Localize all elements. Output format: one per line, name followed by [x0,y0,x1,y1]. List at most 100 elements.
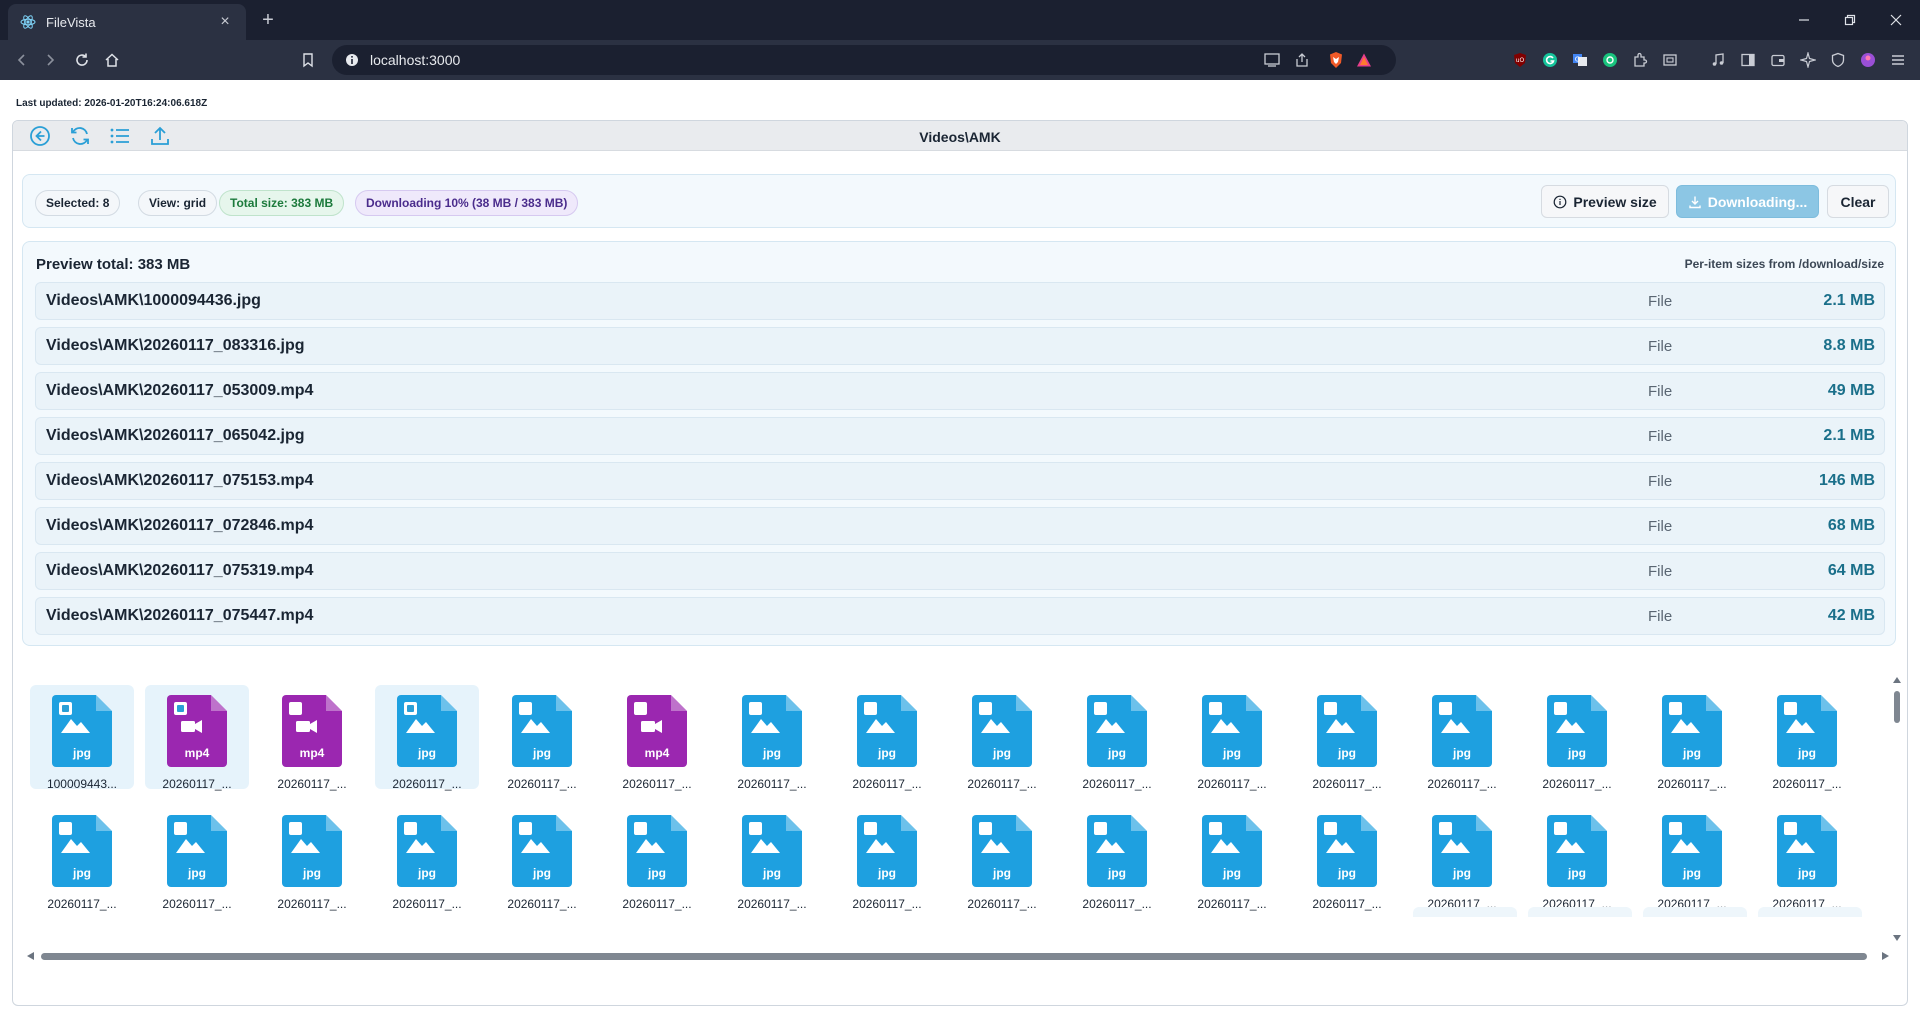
preview-row-type: File [1648,383,1673,400]
wallet-icon[interactable] [1768,50,1788,70]
vertical-scrollbar[interactable] [1891,673,1903,945]
clear-button[interactable]: Clear [1827,185,1889,218]
current-path-title: Videos\AMK [919,129,1001,145]
grid-item-label: 20260117_... [1312,897,1382,911]
jpg-file-icon: jpg [1662,695,1722,767]
forward-icon[interactable] [38,48,62,72]
profile-icon[interactable] [1858,50,1878,70]
translate-icon[interactable]: G [1570,50,1590,70]
chatgpt-icon[interactable] [1600,50,1620,70]
grid-item-jpg[interactable]: jpg 100009443... [30,685,134,791]
brave-shield-icon[interactable] [1326,50,1346,70]
jpg-file-icon: jpg [1432,695,1492,767]
new-tab-icon[interactable]: + [256,8,280,32]
grid-item-jpg[interactable]: jpg 20260117_... [605,805,709,911]
cast-icon[interactable] [1262,50,1282,70]
grammarly-icon[interactable] [1540,50,1560,70]
svg-text:jpg: jpg [72,866,91,880]
svg-text:jpg: jpg [1107,866,1126,880]
back-icon[interactable] [10,48,34,72]
bookmark-icon[interactable] [296,48,320,72]
ublock-icon[interactable]: uO [1510,50,1530,70]
horizontal-scrollbar[interactable] [25,949,1891,963]
grid-item-jpg[interactable]: jpg 20260117_... [1640,805,1744,911]
jpg-file-icon: jpg [52,695,112,767]
grid-item-jpg[interactable]: jpg 20260117_... [260,805,364,911]
grid-item-jpg[interactable]: jpg 20260117_... [950,805,1054,911]
jpg-file-icon: jpg [512,695,572,767]
grid-item-jpg[interactable]: jpg 20260117_... [720,685,824,791]
browser-tab[interactable]: FileVista × [8,4,246,40]
close-window-icon[interactable] [1874,6,1918,34]
svg-text:jpg: jpg [1567,746,1586,760]
grid-item-jpg[interactable]: jpg 20260117_... [1410,685,1514,791]
selection-status-bar: Selected: 8 View: grid Total size: 383 M… [22,174,1896,228]
extensions-icon[interactable] [1630,50,1650,70]
svg-text:jpg: jpg [1682,746,1701,760]
preview-row-type: File [1648,338,1673,355]
grid-item-jpg[interactable]: jpg 20260117_... [1410,805,1514,911]
grid-item-jpg[interactable]: jpg 20260117_... [1295,805,1399,911]
grid-item-jpg[interactable]: jpg 20260117_... [375,685,479,791]
download-progress-badge: Downloading 10% (38 MB / 383 MB) [355,190,579,216]
grid-item-jpg[interactable]: jpg 20260117_... [950,685,1054,791]
file-grid: jpg 100009443... mp4 20260117_... mp4 2026011… [13,671,1907,911]
preview-row-size: 49 MB [1827,382,1875,399]
partial-grid-cell [1758,907,1862,917]
jpg-file-icon: jpg [1317,815,1377,887]
grid-item-jpg[interactable]: jpg 20260117_... [1525,685,1629,791]
grid-item-mp4[interactable]: mp4 20260117_... [145,685,249,791]
grid-item-mp4[interactable]: mp4 20260117_... [605,685,709,791]
screenshot-icon[interactable] [1660,50,1680,70]
home-icon[interactable] [100,48,124,72]
grid-item-jpg[interactable]: jpg 20260117_... [1640,685,1744,791]
grid-item-label: 20260117_... [1772,777,1842,791]
share-icon[interactable] [1292,50,1312,70]
grid-item-jpg[interactable]: jpg 20260117_... [1755,685,1859,791]
grid-item-mp4[interactable]: mp4 20260117_... [260,685,364,791]
preview-row: Videos\AMK\1000094436.jpg File 2.1 MB [35,282,1885,320]
grid-item-jpg[interactable]: jpg 20260117_... [1525,805,1629,911]
grid-item-jpg[interactable]: jpg 20260117_... [1755,805,1859,911]
grid-item-jpg[interactable]: jpg 20260117_... [375,805,479,911]
preview-size-button[interactable]: Preview size [1541,185,1669,218]
downloading-button[interactable]: Downloading... [1676,185,1819,218]
sidebar-icon[interactable] [1738,50,1758,70]
file-browser-panel: Videos\AMK Selected: 8 View: grid Total … [12,120,1908,1006]
site-info-icon[interactable] [344,52,360,68]
restore-icon[interactable] [1828,6,1872,34]
svg-text:mp4: mp4 [185,746,210,760]
grid-item-jpg[interactable]: jpg 20260117_... [145,805,249,911]
vpn-icon[interactable] [1828,50,1848,70]
brave-rewards-icon[interactable] [1354,50,1374,70]
menu-icon[interactable] [1888,50,1908,70]
grid-item-jpg[interactable]: jpg 20260117_... [1180,685,1284,791]
size-preview-panel: Preview total: 383 MB Per-item sizes fro… [22,241,1896,646]
grid-item-jpg[interactable]: jpg 20260117_... [835,685,939,791]
scroll-right-arrow-icon [1882,952,1889,960]
preview-row-type: File [1648,473,1673,490]
grid-item-jpg[interactable]: jpg 20260117_... [835,805,939,911]
grid-item-jpg[interactable]: jpg 20260117_... [490,805,594,911]
grid-item-jpg[interactable]: jpg 20260117_... [1295,685,1399,791]
preview-row-name: Videos\AMK\1000094436.jpg [46,292,261,309]
grid-item-jpg[interactable]: jpg 20260117_... [1180,805,1284,911]
media-icon[interactable] [1708,50,1728,70]
grid-item-jpg[interactable]: jpg 20260117_... [30,805,134,911]
jpg-file-icon: jpg [972,695,1032,767]
tab-close-icon[interactable]: × [216,13,234,31]
grid-item-jpg[interactable]: jpg 20260117_... [720,805,824,911]
address-bar[interactable]: localhost:3000 [332,45,1396,75]
minimize-icon[interactable] [1782,6,1826,34]
grid-item-jpg[interactable]: jpg 20260117_... [490,685,594,791]
grid-item-jpg[interactable]: jpg 20260117_... [1065,805,1169,911]
svg-text:jpg: jpg [1222,866,1241,880]
svg-text:jpg: jpg [1797,746,1816,760]
mp4-file-icon: mp4 [282,695,342,767]
grid-item-jpg[interactable]: jpg 20260117_... [1065,685,1169,791]
jpg-file-icon: jpg [1317,695,1377,767]
jpg-file-icon: jpg [857,815,917,887]
reload-icon[interactable] [70,48,94,72]
leo-ai-icon[interactable] [1798,50,1818,70]
svg-text:jpg: jpg [762,746,781,760]
